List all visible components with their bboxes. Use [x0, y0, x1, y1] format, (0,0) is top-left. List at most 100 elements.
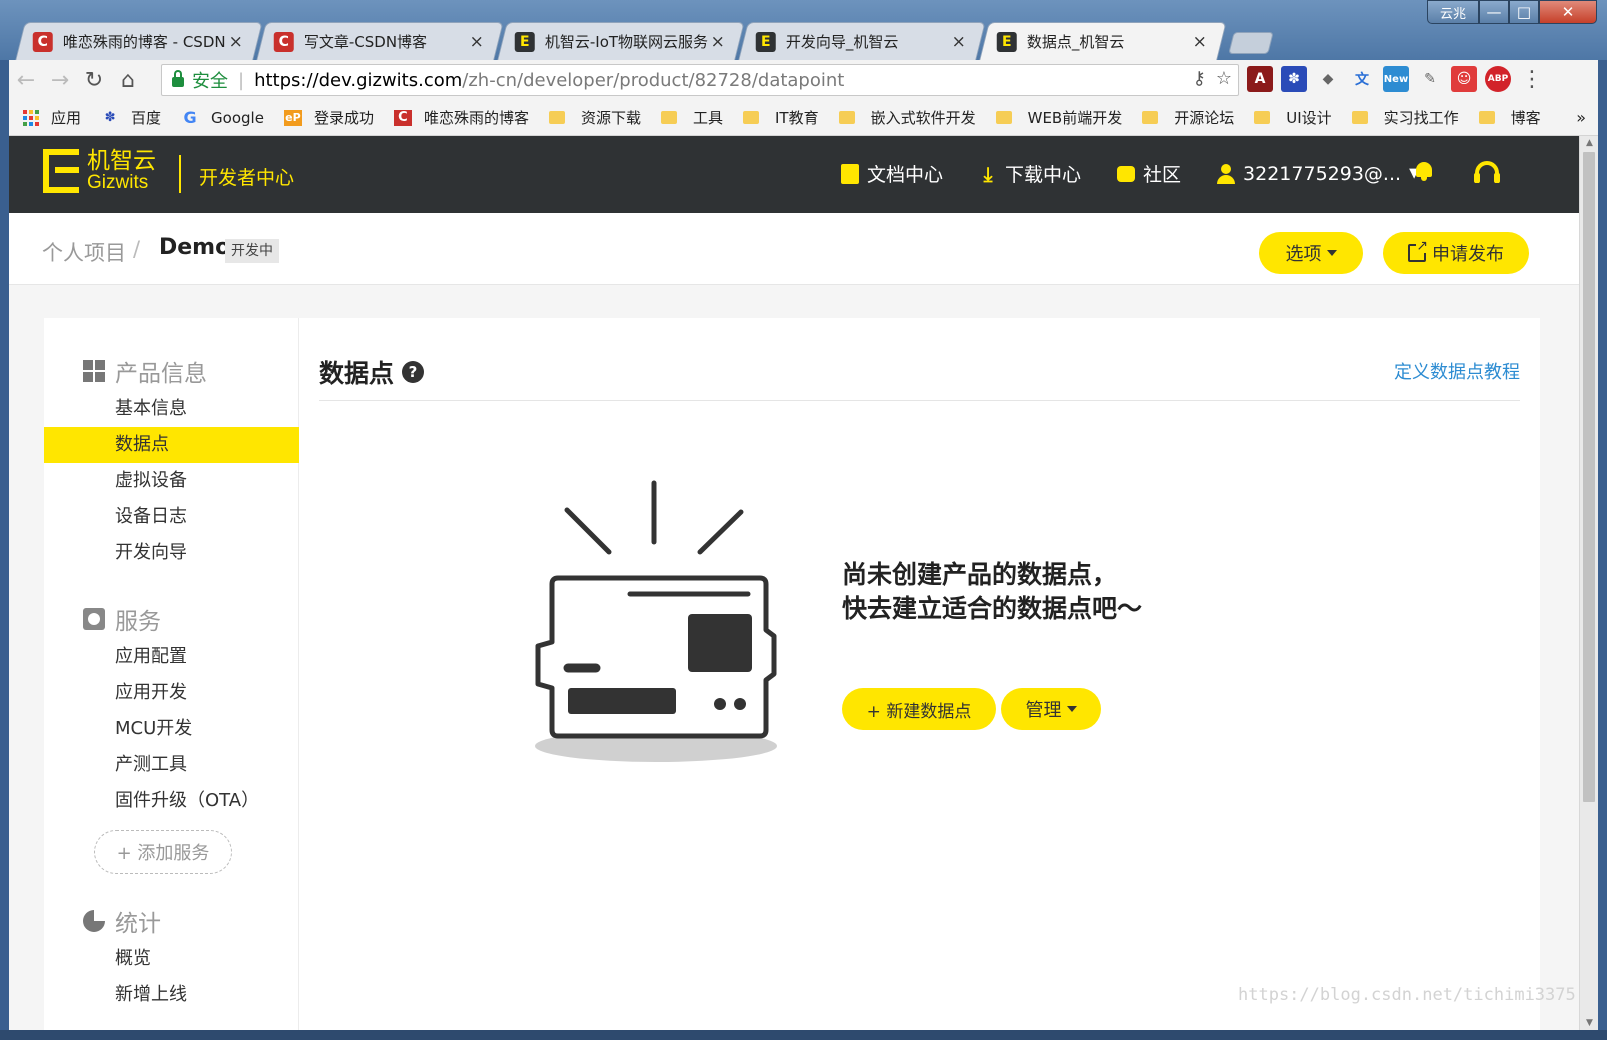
pdf-extension-icon[interactable]: A	[1247, 66, 1273, 92]
add-service-button[interactable]: + 添加服务	[94, 830, 232, 874]
reload-icon[interactable]: ↻	[77, 63, 111, 97]
close-window-button[interactable]: ✕	[1539, 0, 1597, 24]
logo-cn: 机智云	[87, 148, 156, 174]
translate-extension-icon[interactable]: 文	[1349, 66, 1375, 92]
adblock-icon[interactable]: ABP	[1485, 66, 1511, 92]
sidebar-item-ota[interactable]: 固件升级（OTA）	[44, 783, 299, 819]
bookmark-folder[interactable]: UI设计	[1254, 107, 1332, 128]
close-icon[interactable]: ×	[1191, 32, 1209, 52]
sidebar-item-mcu-dev[interactable]: MCU开发	[44, 711, 299, 747]
tab-title: 唯恋殊雨的博客 - CSDN	[62, 33, 226, 51]
download-icon: ⤓	[983, 161, 993, 186]
nav-user-menu[interactable]: 3221775293@... ▼	[1217, 163, 1419, 185]
evernote-extension-icon[interactable]: ◆	[1315, 66, 1341, 92]
bookmark-folder[interactable]: 开源论坛	[1142, 107, 1234, 128]
sidebar-item-basic-info[interactable]: 基本信息	[44, 391, 299, 427]
tab-gizwits-datapoint[interactable]: E 数据点_机智云 ×	[979, 22, 1227, 60]
close-icon[interactable]: ×	[709, 32, 727, 52]
nav-download[interactable]: ⤓ 下载中心	[979, 160, 1081, 187]
star-icon[interactable]: ☆	[1216, 68, 1232, 89]
baidu-extension-icon[interactable]: ✽	[1281, 66, 1307, 92]
nav-docs[interactable]: 文档中心	[841, 160, 943, 187]
sidebar-item-dev-guide[interactable]: 开发向导	[44, 535, 299, 571]
red-extension-icon[interactable]: ☺	[1451, 66, 1477, 92]
sidebar-item-new-online[interactable]: 新增上线	[44, 977, 299, 1013]
bookmark-baidu[interactable]: ✽ 百度	[101, 107, 161, 128]
header-nav: 文档中心 ⤓ 下载中心 社区 3221775293@... ▼	[841, 160, 1455, 187]
tab-title: 写文章-CSDN博客	[303, 33, 428, 51]
tab-csdn-blog[interactable]: C 唯恋殊雨的博客 - CSDN ×	[15, 22, 263, 60]
caret-down-icon	[1066, 706, 1077, 712]
headset-icon[interactable]	[1474, 161, 1500, 183]
nav-community[interactable]: 社区	[1117, 160, 1181, 187]
options-button[interactable]: 选项	[1259, 232, 1363, 274]
sidebar-item-datapoint[interactable]: 数据点	[44, 427, 299, 463]
address-bar[interactable]: 安全 | https://dev.gizwits.com/zh-cn/devel…	[161, 64, 1239, 96]
bookmark-folder[interactable]: 实习找工作	[1351, 107, 1459, 128]
sidebar-item-test-tools[interactable]: 产测工具	[44, 747, 299, 783]
scrollbar-thumb[interactable]	[1583, 152, 1595, 802]
key-icon[interactable]: ⚷	[1193, 68, 1206, 89]
gizwits-icon: E	[996, 31, 1017, 52]
options-label: 选项	[1285, 244, 1322, 265]
section-title-text: 产品信息	[115, 361, 207, 387]
close-icon[interactable]: ×	[227, 32, 245, 52]
grid-icon	[83, 360, 105, 382]
bookmark-google[interactable]: G Google	[181, 108, 263, 127]
page-scrollbar[interactable]: ▲ ▼	[1579, 136, 1598, 1030]
breadcrumb-root[interactable]: 个人项目	[42, 237, 126, 267]
help-icon[interactable]: ?	[402, 361, 425, 383]
tab-csdn-write[interactable]: C 写文章-CSDN博客 ×	[256, 22, 504, 60]
publish-button[interactable]: 申请发布	[1383, 232, 1529, 274]
manage-button[interactable]: 管理	[1001, 688, 1101, 730]
bookmark-apps[interactable]: 应用	[23, 107, 81, 128]
close-icon[interactable]: ×	[468, 32, 486, 52]
sidebar-item-overview[interactable]: 概览	[44, 941, 299, 977]
tab-gizwits-guide[interactable]: E 开发向导_机智云 ×	[738, 22, 986, 60]
csdn-icon: C	[393, 109, 412, 126]
gizwits-logo[interactable]: 机智云 Gizwits	[43, 149, 156, 193]
minimize-button[interactable]: —	[1479, 0, 1509, 24]
window-controls: 云兆 — □ ✕	[1427, 0, 1597, 24]
scroll-down-icon[interactable]: ▼	[1580, 1016, 1599, 1030]
bell-icon[interactable]	[1414, 160, 1434, 182]
bookmark-folder[interactable]: IT教育	[743, 107, 819, 128]
tab-strip: C 唯恋殊雨的博客 - CSDN × C 写文章-CSDN博客 × E 机智云-…	[15, 22, 1274, 60]
sidebar-item-app-config[interactable]: 应用配置	[44, 639, 299, 675]
bookmark-folder[interactable]: 资源下载	[548, 107, 641, 128]
bookmark-label: WEB前端开发	[1027, 109, 1123, 127]
csdn-icon: C	[32, 31, 53, 52]
bookmark-login[interactable]: eP 登录成功	[283, 107, 374, 128]
ep-icon: eP	[283, 109, 302, 126]
eyedropper-extension-icon[interactable]: ✎	[1417, 66, 1443, 92]
pie-chart-icon	[83, 910, 105, 932]
tab-gizwits-iot[interactable]: E 机智云-IoT物联网云服务 ×	[497, 22, 745, 60]
chat-icon	[1117, 165, 1136, 182]
bookmark-folder[interactable]: 工具	[660, 107, 723, 128]
empty-device-illustration	[535, 480, 777, 762]
sidebar-item-device-log[interactable]: 设备日志	[44, 499, 299, 535]
sidebar-item-virtual-device[interactable]: 虚拟设备	[44, 463, 299, 499]
bookmark-folder[interactable]: WEB前端开发	[995, 107, 1123, 128]
bookmarks-overflow-icon[interactable]: »	[1576, 108, 1586, 127]
new-extension-icon[interactable]: New	[1383, 66, 1409, 92]
empty-state-line-1: 尚未创建产品的数据点，	[842, 560, 1118, 589]
maximize-button[interactable]: □	[1509, 0, 1539, 24]
bookmark-folder[interactable]: 嵌入式软件开发	[838, 107, 976, 128]
close-icon[interactable]: ×	[950, 32, 968, 52]
back-arrow-icon[interactable]: ←	[9, 63, 43, 97]
sidebar-item-app-dev[interactable]: 应用开发	[44, 675, 299, 711]
home-icon[interactable]: ⌂	[111, 63, 145, 97]
bookmark-csdn-blog[interactable]: C 唯恋殊雨的博客	[393, 107, 529, 128]
forward-arrow-icon[interactable]: →	[43, 63, 77, 97]
datapoint-tutorial-link[interactable]: 定义数据点教程	[1394, 358, 1520, 384]
developer-center-link[interactable]: 开发者中心	[199, 163, 294, 190]
yunzhao-button[interactable]: 云兆	[1427, 0, 1479, 24]
scroll-up-icon[interactable]: ▲	[1580, 136, 1599, 150]
new-datapoint-button[interactable]: + 新建数据点	[842, 688, 996, 730]
bookmark-label: 实习找工作	[1383, 109, 1459, 127]
sidebar: 产品信息 基本信息 数据点 虚拟设备 设备日志 开发向导 服务 应用配置 应用开…	[44, 318, 299, 1030]
menu-dots-icon[interactable]: ⋮	[1519, 67, 1545, 92]
bookmark-folder[interactable]: 博客	[1478, 107, 1541, 128]
new-tab-button[interactable]	[1228, 32, 1274, 54]
